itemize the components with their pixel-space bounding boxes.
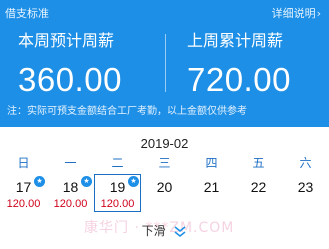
pull-down-expand[interactable]: 下滑 bbox=[0, 222, 329, 239]
last-week-label: 上周累计周薪 bbox=[187, 31, 284, 50]
disclaimer-note: 注：实际可预支金额结合工厂考勤，以上金额仅供参考 bbox=[7, 106, 247, 117]
borrow-standard-link[interactable]: 借支标准 bbox=[5, 5, 49, 21]
weekday-fri: 五 bbox=[252, 156, 265, 170]
calendar-week-row: 17 ★ 120.00 18 ★ 120.00 19 ★ 120.00 20 2… bbox=[0, 174, 329, 214]
details-label: 详细说明 bbox=[271, 7, 316, 20]
last-week-value: 720.00 bbox=[187, 61, 291, 98]
calendar-day-selected[interactable]: 19 ★ 120.00 bbox=[94, 174, 141, 212]
weekday-sun: 日 bbox=[17, 156, 30, 170]
calendar-day[interactable]: 21 bbox=[188, 174, 235, 212]
this-week-label: 本周预计周薪 bbox=[18, 31, 115, 50]
weekday-header: 日 一 二 三 四 五 六 bbox=[0, 154, 329, 170]
calendar-day[interactable]: 23 bbox=[282, 174, 329, 212]
calendar-month: 2019-02 bbox=[140, 136, 189, 151]
weekly-salary-panel: 借支标准 详细说明 › 本周预计周薪 360.00 上周累计周薪 720.00 … bbox=[0, 0, 329, 127]
details-link[interactable]: 详细说明 › bbox=[272, 5, 321, 21]
this-week-summary: 本周预计周薪 360.00 bbox=[18, 27, 122, 99]
calendar-day[interactable]: 18 ★ 120.00 bbox=[47, 174, 94, 212]
weekday-mon: 一 bbox=[64, 156, 77, 170]
chevron-right-icon: › bbox=[316, 6, 321, 20]
day-number: 21 bbox=[203, 179, 220, 195]
day-number: 22 bbox=[250, 179, 267, 195]
double-chevron-down-icon bbox=[174, 225, 186, 237]
day-amount: 120.00 bbox=[6, 198, 41, 210]
pull-down-label: 下滑 bbox=[141, 224, 166, 238]
bonus-badge-icon: ★ bbox=[128, 176, 139, 187]
weekday-sat: 六 bbox=[299, 156, 312, 170]
bonus-badge-icon: ★ bbox=[81, 176, 92, 187]
day-amount: 120.00 bbox=[100, 198, 135, 210]
this-week-value: 360.00 bbox=[18, 61, 122, 98]
day-number: 23 bbox=[297, 179, 314, 195]
last-week-summary: 上周累计周薪 720.00 bbox=[187, 27, 291, 99]
day-number: 20 bbox=[156, 179, 173, 195]
calendar-day[interactable]: 20 bbox=[141, 174, 188, 212]
weekday-tue: 二 bbox=[111, 156, 124, 170]
calendar-day[interactable]: 17 ★ 120.00 bbox=[0, 174, 47, 212]
day-amount: 120.00 bbox=[53, 198, 88, 210]
bonus-badge-icon: ★ bbox=[34, 176, 45, 187]
weekday-thu: 四 bbox=[205, 156, 218, 170]
weekday-wed: 三 bbox=[158, 156, 171, 170]
calendar-day[interactable]: 22 bbox=[235, 174, 282, 212]
column-divider bbox=[165, 34, 166, 92]
